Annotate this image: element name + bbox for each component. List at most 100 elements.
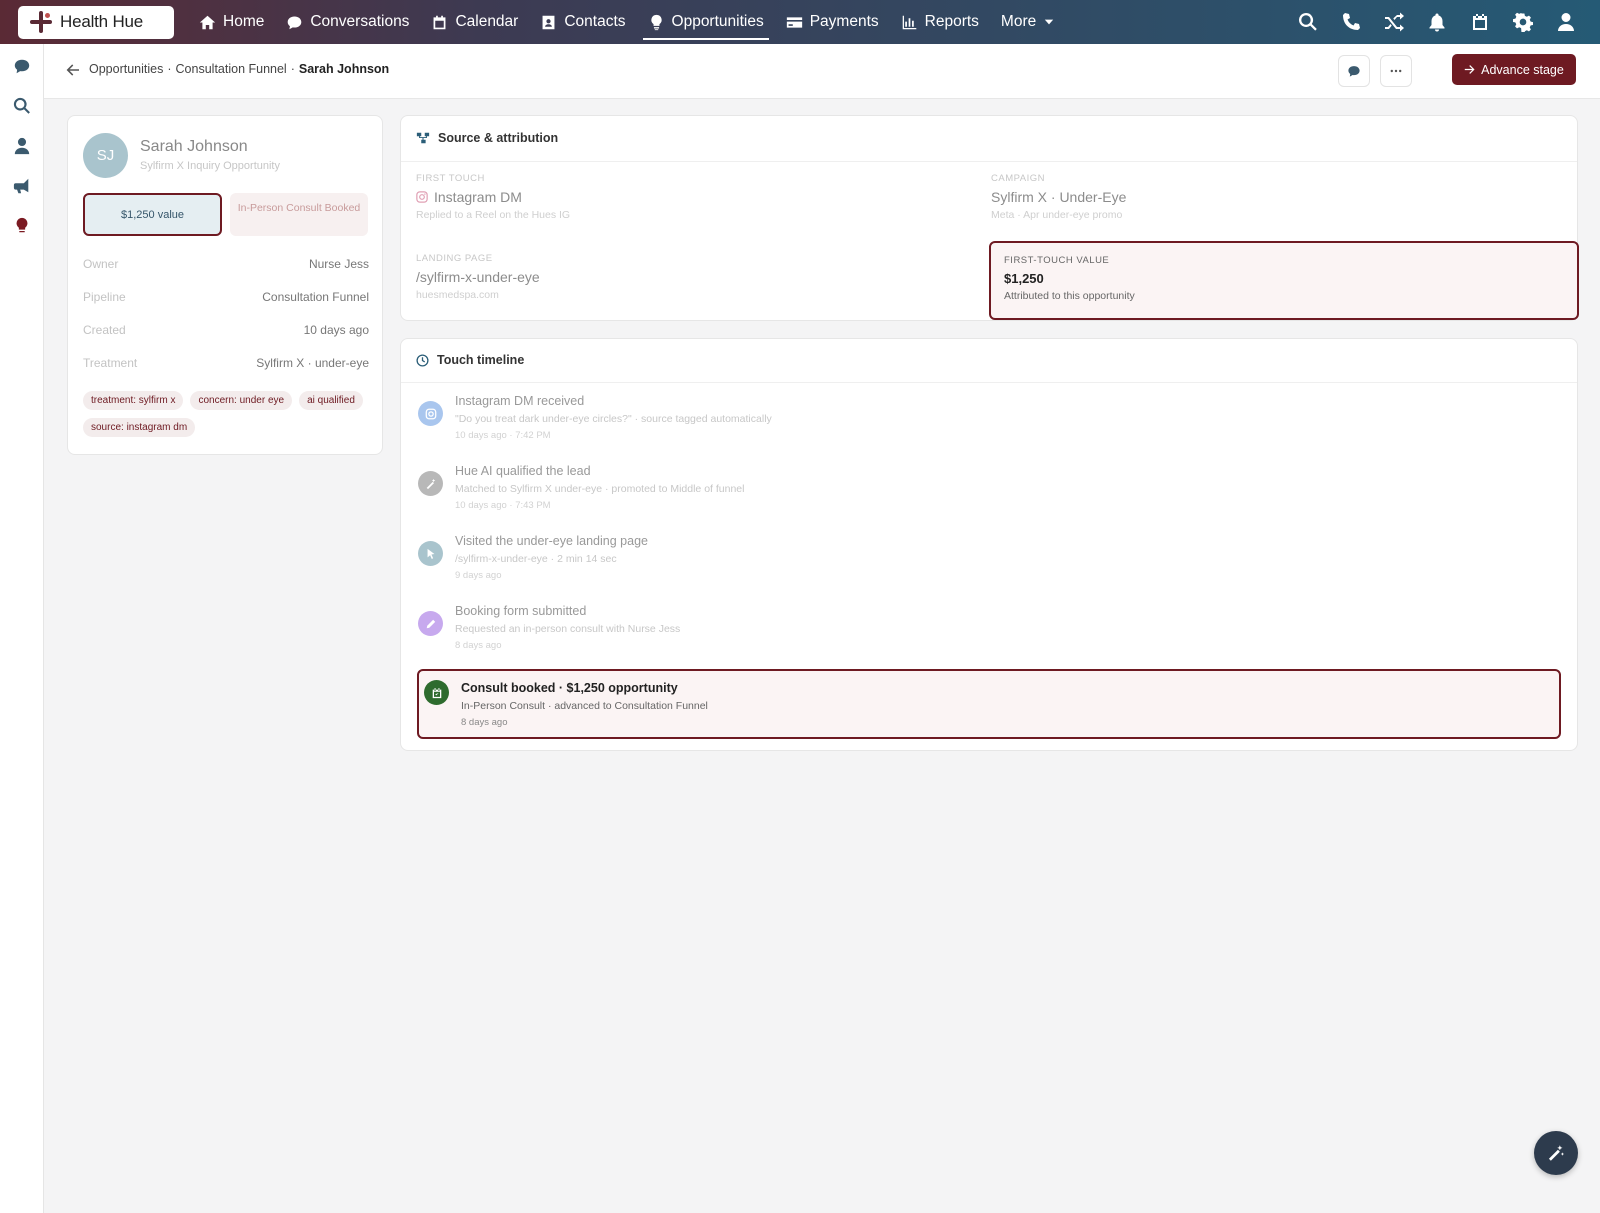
timeline-time: 10 days ago · 7:42 PM	[455, 430, 551, 441]
timeline-time: 8 days ago	[461, 717, 508, 728]
avatar: SJ	[83, 133, 128, 178]
timeline-item: Booking form submitted Requested an in-p…	[416, 603, 1556, 673]
breadcrumb: Opportunities · Consultation Funnel · Sa…	[89, 62, 389, 76]
tag[interactable]: treatment: sylfirm x	[83, 391, 184, 410]
brand-name: Health Hue	[60, 12, 144, 31]
caret-down-icon	[1045, 19, 1054, 25]
timeline-item: Instagram DM received "Do you treat dark…	[416, 393, 1556, 463]
message-button[interactable]	[1338, 55, 1370, 87]
nav-payments-label: Payments	[809, 13, 879, 30]
user-icon[interactable]	[1556, 12, 1576, 32]
nav-home[interactable]: Home	[188, 0, 275, 44]
landing-page-value[interactable]: /sylfirm-x-under-eye	[416, 269, 540, 285]
nav-reports-label: Reports	[924, 13, 979, 30]
contact-card-icon	[542, 15, 555, 29]
brand-logo[interactable]: Health Hue	[18, 5, 174, 39]
side-rail	[0, 44, 44, 1213]
tag[interactable]: concern: under eye	[190, 391, 293, 410]
field-owner: Owner Nurse Jess	[83, 257, 369, 271]
breadcrumb-separator: ·	[167, 62, 172, 76]
field-sub: Attributed to this opportunity	[1004, 290, 1135, 302]
opportunity-subtitle: Sylfirm X Inquiry Opportunity	[140, 160, 280, 172]
divider	[401, 161, 1577, 162]
timeline-desc: In-Person Consult · advanced to Consulta…	[461, 700, 708, 712]
campaign-value: Sylfirm X · Under-Eye	[991, 189, 1127, 205]
breadcrumb-separator: ·	[290, 62, 295, 76]
field-label: First-touch value	[1004, 255, 1110, 266]
nav-contacts-label: Contacts	[564, 13, 626, 30]
section-title: Touch timeline	[437, 353, 525, 367]
rail-user-icon[interactable]	[13, 137, 31, 155]
section-header: Touch timeline	[416, 353, 524, 367]
nav-calendar[interactable]: Calendar	[420, 0, 529, 44]
breadcrumb-pipeline[interactable]: Consultation Funnel	[176, 62, 287, 76]
nav-conversations[interactable]: Conversations	[275, 0, 420, 44]
nav-reports[interactable]: Reports	[890, 0, 990, 44]
gear-icon[interactable]	[1513, 12, 1533, 32]
tag[interactable]: source: instagram dm	[83, 418, 196, 437]
instagram-icon	[416, 191, 428, 203]
value-pill[interactable]: $1,250 value	[83, 193, 222, 236]
timeline-title: Instagram DM received	[455, 394, 585, 408]
ellipsis-icon	[1390, 69, 1402, 73]
more-options-button[interactable]	[1380, 55, 1412, 87]
ai-assistant-button[interactable]	[1534, 1131, 1578, 1175]
magic-wand-icon	[1548, 1145, 1565, 1161]
field-treatment: Treatment Sylfirm X · under-eye	[83, 356, 369, 370]
timeline-desc: Matched to Sylfirm X under-eye · promote…	[455, 483, 745, 495]
back-arrow-icon[interactable]	[66, 63, 80, 77]
nav-payments[interactable]: Payments	[775, 0, 890, 44]
tag[interactable]: ai qualified	[299, 391, 363, 410]
section-header: Source & attribution	[416, 131, 558, 145]
timeline-time: 8 days ago	[455, 640, 502, 651]
contact-name[interactable]: Sarah Johnson	[140, 138, 248, 156]
section-title: Source & attribution	[438, 131, 559, 145]
tag-list: treatment: sylfirm x concern: under eye …	[83, 391, 373, 437]
bell-icon[interactable]	[1427, 12, 1447, 32]
nav-contacts[interactable]: Contacts	[529, 0, 636, 44]
first-touch-amount: $1,250	[1004, 271, 1044, 286]
stage-pill[interactable]: In-Person Consult Booked	[230, 193, 368, 236]
timeline-title: Hue AI qualified the lead	[455, 464, 591, 478]
rail-chat-icon[interactable]	[13, 57, 31, 75]
timeline-desc: "Do you treat dark under-eye circles?" ·…	[455, 413, 772, 425]
lightbulb-icon	[650, 14, 662, 30]
magic-wand-icon	[418, 471, 443, 496]
breadcrumb-current: Sarah Johnson	[298, 62, 390, 76]
timeline-time: 10 days ago · 7:43 PM	[455, 500, 551, 511]
nav-more[interactable]: More	[990, 0, 1066, 44]
field-sub: Replied to a Reel on the Hues IG	[416, 209, 571, 221]
timeline-title: Visited the under-eye landing page	[455, 534, 648, 548]
rail-lightbulb-icon[interactable]	[13, 217, 31, 235]
chat-icon	[1348, 66, 1360, 77]
nav-opportunities[interactable]: Opportunities	[637, 0, 775, 44]
field-label: Owner	[83, 257, 119, 271]
field-value: Instagram DM	[416, 189, 570, 205]
rail-megaphone-icon[interactable]	[13, 177, 31, 195]
field-value: Consultation Funnel	[262, 290, 369, 304]
phone-icon[interactable]	[1341, 12, 1361, 32]
logo-mark-icon	[30, 11, 52, 33]
shuffle-icon[interactable]	[1384, 12, 1404, 32]
timeline-desc: /sylfirm-x-under-eye · 2 min 14 sec	[455, 553, 617, 565]
first-touch-field: First touch Instagram DM Replied to a Re…	[416, 173, 570, 221]
field-label: Created	[83, 323, 126, 337]
credit-card-icon	[786, 16, 802, 28]
advance-stage-button[interactable]: Advance stage	[1452, 54, 1576, 85]
rail-search-icon[interactable]	[13, 97, 31, 115]
field-label: First touch	[416, 173, 485, 184]
search-icon[interactable]	[1298, 12, 1318, 32]
first-touch-value-box: First-touch value $1,250 Attributed to t…	[989, 241, 1579, 320]
timeline-title: Consult booked · $1,250 opportunity	[461, 681, 678, 695]
field-sub: Meta · Apr under-eye promo	[991, 209, 1123, 221]
field-sub: huesmedspa.com	[416, 289, 499, 301]
home-icon	[199, 15, 216, 29]
campaign-field: Campaign Sylfirm X · Under-Eye Meta · Ap…	[991, 173, 1126, 221]
first-touch-value: Instagram DM	[434, 189, 522, 205]
breadcrumb-opportunities[interactable]: Opportunities	[89, 62, 163, 76]
timeline-item: Visited the under-eye landing page /sylf…	[416, 533, 1556, 603]
chat-icon	[288, 16, 302, 29]
calendar-icon[interactable]	[1470, 12, 1490, 32]
timeline-item-highlighted[interactable]: Consult booked · $1,250 opportunity In-P…	[417, 669, 1561, 739]
pencil-icon	[418, 611, 443, 636]
